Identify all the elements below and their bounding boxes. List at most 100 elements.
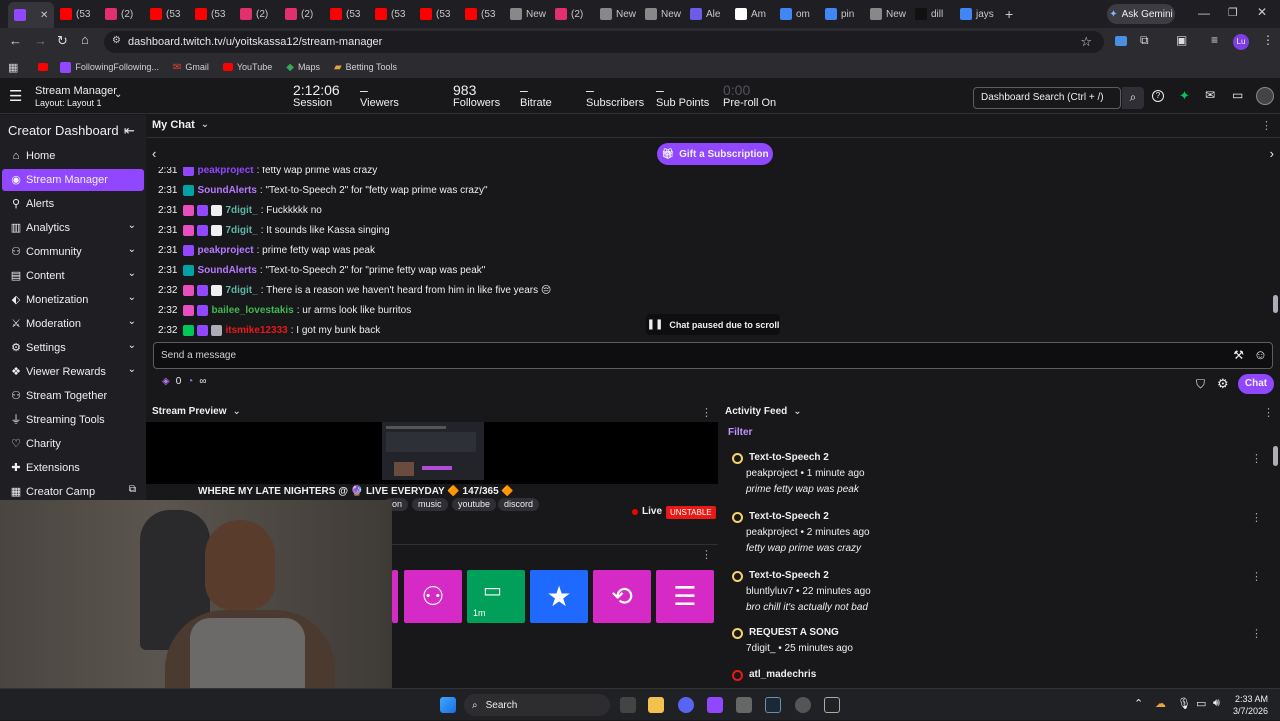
- taskbar-search[interactable]: ⌕ Search: [464, 694, 610, 716]
- chat-badge-icon[interactable]: [183, 185, 195, 196]
- chat-message[interactable]: 2:31 7digit_: Fuckkkkk no: [158, 205, 322, 216]
- browser-tab[interactable]: (2): [99, 3, 144, 25]
- activity-item[interactable]: Text-to-Speech 2 peakproject • 2 minutes …: [732, 511, 1262, 563]
- browser-tab[interactable]: (2): [549, 3, 594, 25]
- reload-icon[interactable]: ↻: [57, 33, 68, 49]
- activity-menu-icon[interactable]: ⋮: [1263, 406, 1274, 419]
- scrollbar-thumb[interactable]: [1273, 295, 1278, 313]
- browser-menu-icon[interactable]: ⋮: [1262, 33, 1274, 47]
- chat-badge-icon[interactable]: [211, 225, 223, 236]
- browser-tab[interactable]: (53: [324, 3, 369, 25]
- browser-tab[interactable]: New: [639, 3, 684, 25]
- user-avatar[interactable]: [1256, 87, 1274, 105]
- sidebar-item-extensions[interactable]: ✚ Extensions: [2, 457, 144, 479]
- extension-icon[interactable]: [1115, 36, 1127, 46]
- browser-tab[interactable]: New: [864, 3, 909, 25]
- browser-tab[interactable]: om: [774, 3, 819, 25]
- sidebar-item-charity[interactable]: ♡ Charity: [2, 433, 144, 455]
- search-button[interactable]: ⌕: [1122, 87, 1144, 109]
- activity-item-menu-icon[interactable]: ⋮: [1251, 511, 1262, 524]
- network-icon[interactable]: ☁: [1155, 697, 1166, 710]
- site-info-icon[interactable]: ⚙: [112, 35, 121, 46]
- chat-username[interactable]: peakproject: [197, 245, 253, 256]
- close-window-button[interactable]: ✕: [1257, 5, 1267, 19]
- browser-tab[interactable]: ✕: [8, 2, 54, 28]
- browser-tab[interactable]: jays: [954, 3, 999, 25]
- chat-badge-icon[interactable]: [211, 205, 223, 216]
- chat-badge-icon[interactable]: [183, 285, 195, 296]
- bookmark-star-icon[interactable]: ☆: [1080, 34, 1092, 50]
- stream-tag[interactable]: youtube: [452, 498, 497, 511]
- quick-action-partial[interactable]: [392, 570, 398, 623]
- chat-message[interactable]: 2:31 peakproject: fetty wap prime was cra…: [158, 167, 377, 176]
- chat-panel-menu-icon[interactable]: ⋮: [1261, 119, 1272, 132]
- activity-user[interactable]: peakproject: [746, 468, 798, 479]
- browser-tab[interactable]: (53: [414, 3, 459, 25]
- youtube-bookmark-icon[interactable]: [38, 63, 49, 71]
- chat-username[interactable]: bailee_lovestakis: [211, 305, 293, 316]
- taskbar-clock[interactable]: 2:33 AM 3/7/2026: [1232, 693, 1268, 717]
- sidebar-item-analytics[interactable]: ▥ Analytics ⌄: [2, 217, 144, 239]
- chat-badge-icon[interactable]: [197, 225, 209, 236]
- chat-badge-icon[interactable]: [183, 245, 195, 256]
- bookmark-maps[interactable]: ◆ Maps: [286, 62, 320, 73]
- browser-tab[interactable]: Am: [729, 3, 774, 25]
- chat-message-input[interactable]: Send a message ⚒ ☺: [153, 342, 1273, 369]
- browser-tab[interactable]: dill: [909, 3, 954, 25]
- bookmark-following[interactable]: FollowingFollowing...: [60, 61, 159, 73]
- browser-tab[interactable]: (53: [369, 3, 414, 25]
- chat-username[interactable]: 7digit_: [225, 285, 257, 296]
- chat-badge-icon[interactable]: [197, 305, 209, 316]
- collapse-sidebar-icon[interactable]: ⇤: [124, 123, 135, 139]
- store-icon[interactable]: [736, 697, 752, 713]
- back-icon[interactable]: ←: [9, 33, 22, 48]
- browser-tab[interactable]: (53: [54, 3, 99, 25]
- twitch-app-icon[interactable]: [707, 697, 723, 713]
- chat-scrollbar[interactable]: [1273, 177, 1278, 337]
- chat-message[interactable]: 2:32 bailee_lovestakis: ur arms look like…: [158, 305, 411, 316]
- chat-settings-icon[interactable]: ⚙: [1217, 376, 1229, 392]
- home-browser-icon[interactable]: ⌂: [81, 32, 89, 47]
- stream-tag[interactable]: music: [412, 498, 448, 511]
- sidebar-item-alerts[interactable]: ⚲ Alerts: [2, 193, 144, 215]
- chat-badge-icon[interactable]: [197, 325, 209, 336]
- activity-item-menu-icon[interactable]: ⋮: [1251, 452, 1262, 465]
- chat-username[interactable]: 7digit_: [225, 225, 257, 236]
- reading-list-icon[interactable]: ≡: [1211, 33, 1218, 47]
- chat-username[interactable]: SoundAlerts: [197, 185, 256, 196]
- chrome-icon[interactable]: [795, 697, 811, 713]
- chat-message[interactable]: 2:31 SoundAlerts: "Text-to-Speech 2" for …: [158, 265, 485, 276]
- browser-tab[interactable]: (53: [144, 3, 189, 25]
- chat-paused-banner[interactable]: ❚❚ Chat paused due to scroll: [646, 314, 780, 335]
- chevron-left-icon[interactable]: ‹: [152, 146, 156, 161]
- sidebar-item-viewer-rewards[interactable]: ❖ Viewer Rewards ⌄: [2, 361, 144, 383]
- steam-icon[interactable]: [765, 697, 781, 713]
- chat-badge-icon[interactable]: [197, 205, 209, 216]
- ask-gemini-button[interactable]: ✦ Ask Gemini: [1107, 4, 1175, 24]
- chat-username[interactable]: 7digit_: [225, 205, 257, 216]
- chat-message[interactable]: 2:31 7digit_: It sounds like Kassa singin…: [158, 225, 390, 236]
- mic-tray-icon[interactable]: 🎙︎: [1177, 697, 1191, 710]
- bookmark-youtube[interactable]: YouTube: [222, 62, 272, 72]
- emote-icon[interactable]: ☺: [1254, 347, 1267, 362]
- chevron-right-icon[interactable]: ›: [1270, 146, 1274, 161]
- activity-item-menu-icon[interactable]: ⋮: [1251, 570, 1262, 583]
- start-icon[interactable]: [440, 697, 456, 713]
- sidebar-item-stream-manager[interactable]: ◉ Stream Manager: [2, 169, 144, 191]
- display-icon[interactable]: ▭: [1196, 697, 1206, 710]
- activity-item-menu-icon[interactable]: ⋮: [1251, 627, 1262, 640]
- activity-item[interactable]: Text-to-Speech 2 bluntlyluv7 • 22 minutes…: [732, 570, 1262, 622]
- tray-chevron-icon[interactable]: ⌃: [1134, 697, 1143, 710]
- chat-username[interactable]: SoundAlerts: [197, 265, 256, 276]
- sidebar-item-community[interactable]: ⚇ Community ⌄: [2, 241, 144, 263]
- sidepanel-icon[interactable]: ▣: [1176, 33, 1187, 47]
- activity-user[interactable]: 7digit_: [746, 643, 775, 654]
- sidebar-item-content[interactable]: ▤ Content ⌄: [2, 265, 144, 287]
- profile-avatar[interactable]: Lu: [1233, 34, 1249, 50]
- chat-message[interactable]: 2:31 peakproject: prime fetty wap was pea…: [158, 245, 375, 256]
- browser-tab[interactable]: (2): [234, 3, 279, 25]
- sidebar-item-streaming-tools[interactable]: ⏚ Streaming Tools: [2, 409, 144, 431]
- activity-user[interactable]: bluntlyluv7: [746, 586, 793, 597]
- browser-tab[interactable]: New: [504, 3, 549, 25]
- file-explorer-icon[interactable]: [648, 697, 664, 713]
